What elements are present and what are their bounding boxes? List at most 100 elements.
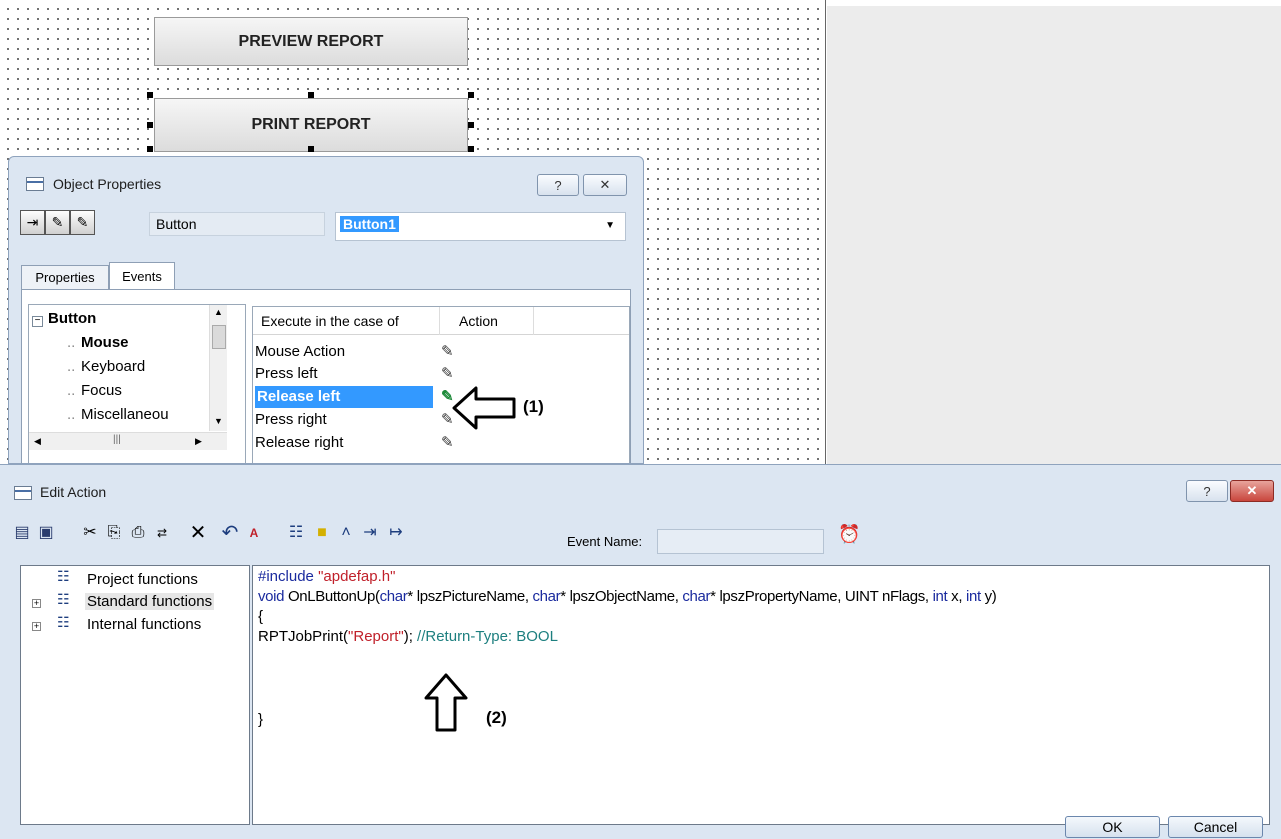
- close-button[interactable]: ✕: [583, 174, 627, 196]
- action-icon[interactable]: ✎: [441, 364, 454, 382]
- font-color-icon[interactable]: A: [244, 523, 264, 543]
- pipette-button[interactable]: ✎: [45, 210, 70, 235]
- undo-icon[interactable]: ↶: [220, 523, 240, 543]
- selection-handle[interactable]: [147, 146, 153, 152]
- selection-handle[interactable]: [468, 122, 474, 128]
- event-name-label: Event Name:: [567, 534, 643, 549]
- pipette-icon: ✎: [51, 214, 64, 230]
- scroll-left-icon[interactable]: ◀: [34, 436, 41, 447]
- tree-item-miscellaneous[interactable]: Miscellaneou: [81, 406, 169, 423]
- object-name-combo[interactable]: Button1 ▼: [335, 212, 626, 241]
- code-line-5[interactable]: }: [258, 711, 263, 728]
- code-keyword: int: [932, 588, 948, 605]
- annotation-arrow-left-icon: [452, 386, 516, 430]
- tree-item-mouse[interactable]: Mouse: [81, 334, 129, 351]
- table-row-selected[interactable]: Release left: [255, 386, 433, 408]
- expand-icon[interactable]: +: [32, 599, 41, 608]
- code-line-1[interactable]: #include "apdefap.h": [258, 568, 395, 585]
- code-text: * lpszPropertyName, UINT nFlags,: [710, 588, 933, 605]
- folder-icon: ☷: [57, 614, 70, 630]
- cancel-button[interactable]: Cancel: [1168, 816, 1263, 838]
- workspace-background: [827, 6, 1281, 464]
- function-tree: ☷ Project functions + ☷ Standard functio…: [20, 565, 250, 825]
- code-editor[interactable]: #include "apdefap.h" void OnLButtonUp(ch…: [252, 565, 1270, 825]
- tree-vertical-scrollbar[interactable]: ▲ ▼: [209, 305, 227, 431]
- paste-icon[interactable]: ⎙: [128, 523, 148, 543]
- annotation-arrow-up-icon: [424, 673, 468, 732]
- chevron-down-icon[interactable]: ▼: [605, 220, 615, 231]
- open-icon[interactable]: ▣: [36, 523, 56, 543]
- selection-handle[interactable]: [468, 146, 474, 152]
- replace-icon[interactable]: ⇄: [152, 523, 172, 543]
- column-header-event[interactable]: Execute in the case of: [261, 313, 399, 329]
- expand-icon[interactable]: +: [32, 622, 41, 631]
- close-button[interactable]: ✕: [1230, 480, 1274, 502]
- scroll-grip-icon: |||: [113, 434, 121, 445]
- scroll-thumb[interactable]: [212, 325, 226, 349]
- action-icon[interactable]: ✎: [441, 433, 454, 451]
- package-icon[interactable]: ■: [312, 523, 332, 543]
- table-row[interactable]: Mouse Action: [255, 341, 345, 363]
- pipette-apply-button[interactable]: ✎: [70, 210, 95, 235]
- tree-horizontal-scrollbar[interactable]: ◀ ||| ▶: [29, 432, 227, 450]
- cut-icon[interactable]: ✂: [80, 523, 100, 543]
- tree-item-internal-functions[interactable]: Internal functions: [87, 616, 201, 633]
- code-line-4[interactable]: RPTJobPrint("Report"); //Return-Type: BO…: [258, 628, 558, 645]
- collapse-icon[interactable]: −: [32, 316, 43, 327]
- code-line-3[interactable]: {: [258, 608, 263, 625]
- tree-item-project-functions[interactable]: Project functions: [87, 571, 198, 588]
- ok-label: OK: [1102, 819, 1123, 835]
- code-directive: #include: [258, 568, 314, 585]
- scroll-right-icon[interactable]: ▶: [195, 436, 202, 447]
- tree-connector: ..: [67, 382, 76, 399]
- tree-connector: ..: [67, 334, 76, 351]
- tree-item-standard-functions[interactable]: Standard functions: [85, 593, 215, 610]
- export-icon[interactable]: ↦: [386, 523, 406, 543]
- delete-icon[interactable]: ✕: [188, 523, 208, 543]
- object-name-value: Button1: [340, 216, 399, 232]
- scroll-up-icon[interactable]: ▲: [214, 307, 223, 317]
- column-divider: [533, 307, 534, 335]
- window-title: Object Properties: [53, 176, 162, 192]
- clock-icon[interactable]: ⏰: [838, 524, 860, 545]
- selection-handle[interactable]: [147, 92, 153, 98]
- code-keyword: char: [379, 588, 408, 605]
- tree-connector: ..: [67, 358, 76, 375]
- tree-item-button[interactable]: Button: [48, 310, 96, 327]
- table-row[interactable]: Press right: [255, 409, 327, 431]
- preview-report-button[interactable]: PREVIEW REPORT: [154, 17, 468, 66]
- tag-icon[interactable]: ˄: [336, 523, 356, 543]
- selection-handle[interactable]: [308, 92, 314, 98]
- tree-item-focus[interactable]: Focus: [81, 382, 122, 399]
- scroll-down-icon[interactable]: ▼: [214, 416, 223, 426]
- compile-icon[interactable]: ☷: [286, 523, 306, 543]
- code-text: * lpszPictureName,: [407, 588, 533, 605]
- code-text: y): [980, 588, 997, 605]
- selection-handle[interactable]: [147, 122, 153, 128]
- table-row[interactable]: Release right: [255, 432, 343, 454]
- events-panel: − Button .. Mouse .. Keyboard .. Focus .…: [21, 289, 631, 463]
- selection-handle[interactable]: [468, 92, 474, 98]
- action-icon[interactable]: ✎: [441, 342, 454, 360]
- save-icon[interactable]: ▤: [12, 523, 32, 543]
- column-header-action[interactable]: Action: [459, 313, 498, 329]
- code-text: * lpszObjectName,: [560, 588, 683, 605]
- import-icon[interactable]: ⇥: [360, 523, 380, 543]
- selection-handle[interactable]: [308, 146, 314, 152]
- tree-item-keyboard[interactable]: Keyboard: [81, 358, 145, 375]
- edit-action-window: Edit Action ? ✕ ▤ ▣ ✂ ⎘ ⎙ ⇄ ✕ ↶ A ☷ ■ ˄ …: [0, 464, 1281, 839]
- code-keyword: void: [258, 588, 285, 605]
- ok-button[interactable]: OK: [1065, 816, 1160, 838]
- pin-button[interactable]: ⇥: [20, 210, 45, 235]
- help-button[interactable]: ?: [1186, 480, 1228, 502]
- tab-events[interactable]: Events: [109, 262, 175, 289]
- copy-icon[interactable]: ⎘: [104, 523, 124, 543]
- code-line-2[interactable]: void OnLButtonUp(char* lpszPictureName, …: [258, 588, 997, 605]
- event-name-field[interactable]: [657, 529, 824, 554]
- table-row[interactable]: Press left: [255, 363, 318, 385]
- help-label: ?: [1203, 483, 1211, 499]
- tab-properties[interactable]: Properties: [21, 265, 109, 289]
- print-report-button[interactable]: PRINT REPORT: [154, 98, 468, 152]
- help-button[interactable]: ?: [537, 174, 579, 196]
- code-text: OnLButtonUp(: [284, 588, 380, 605]
